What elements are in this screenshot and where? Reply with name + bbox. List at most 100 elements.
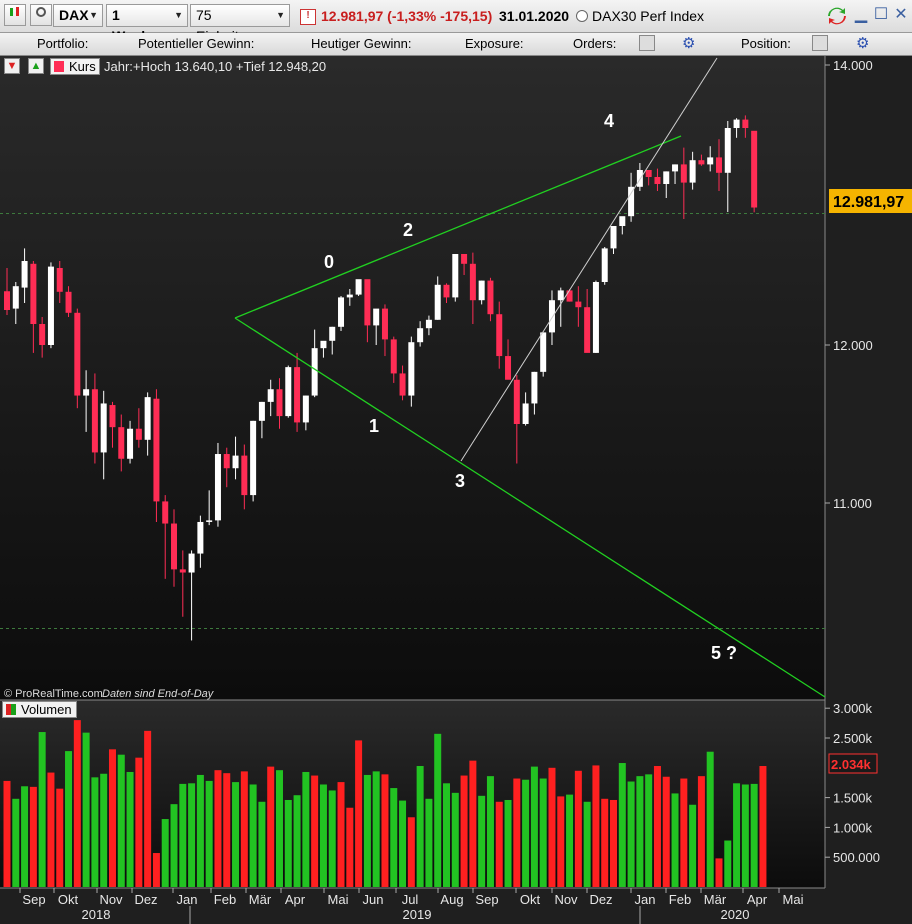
volume-legend[interactable]: Volumen bbox=[2, 701, 77, 718]
candle-body[interactable] bbox=[4, 291, 10, 310]
candle-body[interactable] bbox=[487, 280, 494, 315]
candle-body[interactable] bbox=[91, 389, 98, 453]
volume-bar[interactable] bbox=[275, 770, 283, 887]
candle-body[interactable] bbox=[285, 367, 292, 417]
orders-gear-icon[interactable]: ⚙ bbox=[682, 34, 695, 52]
candle-body[interactable] bbox=[232, 455, 239, 469]
volume-bar[interactable] bbox=[346, 807, 354, 887]
candle-body[interactable] bbox=[513, 379, 520, 424]
volume-bar[interactable] bbox=[548, 767, 556, 887]
volume-bar[interactable] bbox=[161, 819, 169, 887]
volume-bar[interactable] bbox=[486, 776, 494, 887]
candle-body[interactable] bbox=[338, 297, 345, 327]
close-icon[interactable]: ✕ bbox=[892, 6, 910, 24]
candle-body[interactable] bbox=[390, 339, 397, 374]
volume-bar[interactable] bbox=[653, 766, 661, 887]
volume-bar[interactable] bbox=[223, 773, 231, 887]
refresh-icon[interactable] bbox=[826, 6, 848, 25]
volume-bar[interactable] bbox=[618, 763, 626, 887]
candle-body[interactable] bbox=[636, 170, 643, 187]
candle-body[interactable] bbox=[408, 342, 415, 396]
candle-body[interactable] bbox=[39, 324, 46, 345]
volume-bar[interactable] bbox=[126, 771, 134, 887]
maximize-icon[interactable]: ☐ bbox=[872, 6, 890, 24]
volume-bar[interactable] bbox=[662, 776, 670, 887]
volume-bar[interactable] bbox=[741, 784, 749, 887]
candle-body[interactable] bbox=[645, 170, 652, 177]
volume-bar[interactable] bbox=[407, 817, 415, 887]
candle-body[interactable] bbox=[127, 428, 134, 459]
candle-body[interactable] bbox=[540, 332, 547, 372]
candle-body[interactable] bbox=[548, 300, 555, 333]
volume-bar[interactable] bbox=[443, 783, 450, 887]
volume-bar[interactable] bbox=[460, 775, 468, 887]
candle-body[interactable] bbox=[707, 157, 714, 165]
candle-body[interactable] bbox=[83, 389, 90, 396]
volume-bar[interactable] bbox=[636, 776, 644, 887]
volume-bar[interactable] bbox=[416, 766, 424, 887]
candle-body[interactable] bbox=[751, 130, 758, 208]
volume-bar[interactable] bbox=[311, 775, 319, 887]
volume-bar[interactable] bbox=[724, 840, 732, 887]
volume-bar[interactable] bbox=[601, 798, 609, 887]
candle-body[interactable] bbox=[461, 254, 468, 264]
minimize-icon[interactable]: ▁ bbox=[852, 6, 870, 24]
candle-body[interactable] bbox=[575, 301, 582, 308]
candle-body[interactable] bbox=[654, 177, 661, 184]
candle-body[interactable] bbox=[294, 367, 301, 423]
volume-bar[interactable] bbox=[152, 853, 160, 887]
candle-body[interactable] bbox=[100, 403, 107, 453]
volume-bar[interactable] bbox=[12, 798, 20, 887]
candle-body[interactable] bbox=[425, 319, 432, 329]
candle-body[interactable] bbox=[619, 216, 626, 226]
candle-body[interactable] bbox=[258, 401, 265, 421]
candle-body[interactable] bbox=[601, 248, 608, 282]
volume-bar[interactable] bbox=[671, 793, 679, 887]
position-gear-icon[interactable]: ⚙ bbox=[856, 34, 869, 52]
volume-bar[interactable] bbox=[504, 799, 512, 887]
candle-body[interactable] bbox=[206, 520, 213, 522]
volume-bar[interactable] bbox=[574, 770, 582, 887]
candle-body[interactable] bbox=[443, 284, 450, 298]
volume-bar[interactable] bbox=[249, 784, 257, 887]
volume-bar[interactable] bbox=[100, 773, 108, 887]
candle-body[interactable] bbox=[153, 398, 160, 502]
volume-bar[interactable] bbox=[610, 799, 618, 887]
volume-bar[interactable] bbox=[557, 796, 565, 887]
volume-bar[interactable] bbox=[697, 776, 705, 887]
candle-body[interactable] bbox=[74, 312, 81, 396]
kurs-legend[interactable]: Kurs bbox=[50, 58, 100, 75]
volume-bar[interactable] bbox=[759, 766, 767, 887]
volume-bar[interactable] bbox=[680, 778, 688, 887]
volume-bar[interactable] bbox=[258, 801, 266, 887]
volume-bar[interactable] bbox=[715, 858, 723, 887]
volume-bar[interactable] bbox=[179, 783, 187, 887]
settings-icon[interactable] bbox=[30, 4, 52, 26]
volume-bar[interactable] bbox=[706, 751, 714, 887]
candle-body[interactable] bbox=[47, 266, 54, 345]
candle-body[interactable] bbox=[311, 348, 318, 396]
volume-bar[interactable] bbox=[21, 786, 29, 887]
candle-body[interactable] bbox=[531, 371, 538, 404]
volume-bar[interactable] bbox=[522, 779, 530, 887]
candle-body[interactable] bbox=[680, 164, 687, 183]
candle-body[interactable] bbox=[496, 314, 503, 357]
candle-body[interactable] bbox=[505, 356, 512, 380]
candle-body[interactable] bbox=[557, 290, 564, 301]
volume-bar[interactable] bbox=[530, 766, 538, 887]
candle-body[interactable] bbox=[276, 389, 283, 417]
volume-bar[interactable] bbox=[73, 720, 81, 887]
candle-body[interactable] bbox=[65, 291, 72, 313]
volume-bar[interactable] bbox=[328, 790, 336, 887]
candle-body[interactable] bbox=[434, 284, 441, 320]
volume-bar[interactable] bbox=[513, 778, 521, 887]
volume-bar[interactable] bbox=[232, 782, 240, 887]
candle-body[interactable] bbox=[733, 119, 740, 128]
candle-body[interactable] bbox=[329, 326, 336, 341]
volume-bar[interactable] bbox=[205, 780, 213, 887]
symbol-selector[interactable]: DAX ▼ bbox=[53, 4, 103, 27]
period-selector[interactable]: 1 Woche▼ bbox=[106, 4, 188, 44]
candle-body[interactable] bbox=[399, 373, 406, 396]
candle-body[interactable] bbox=[698, 160, 705, 165]
orders-clear-icon[interactable] bbox=[639, 35, 655, 51]
